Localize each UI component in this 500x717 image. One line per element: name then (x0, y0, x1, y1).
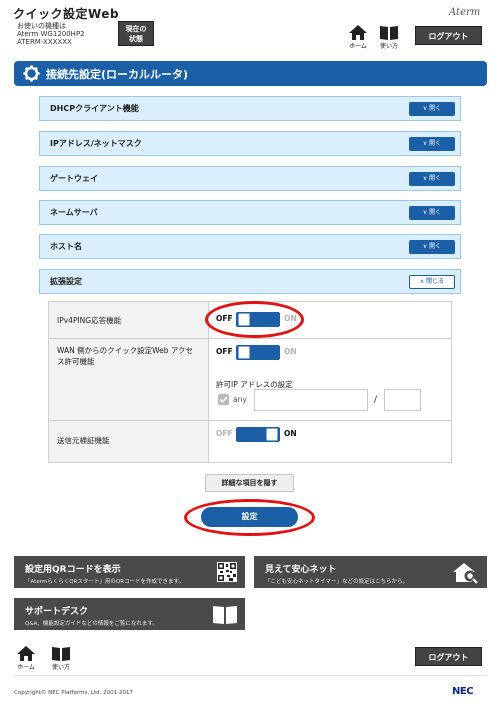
qr-code-icon (217, 562, 237, 582)
section-name-server[interactable]: ネームサーバ ∨ 開く (39, 200, 461, 225)
howto-button[interactable]: 使い方 (377, 25, 401, 50)
howto-label: 使い方 (51, 664, 70, 671)
expand-button[interactable]: ∨ 開く (409, 206, 455, 220)
ip-mask-separator: / (374, 395, 378, 405)
section-label: ネームサーバ (50, 208, 98, 217)
collapse-button[interactable]: ∧ 閉じる (409, 275, 455, 289)
qr-code-tile[interactable]: 設定用QRコードを表示 「AtermらくらくQRスタート」用のQRコードを作成で… (14, 556, 245, 588)
expand-button[interactable]: ∨ 開く (409, 137, 455, 151)
expand-button[interactable]: ∨ 開く (409, 240, 455, 254)
book-icon (52, 647, 70, 661)
tile-title: 設定用QRコードを表示 (25, 565, 121, 575)
section-ip-netmask[interactable]: IPアドレス/ネットマスク ∨ 開く (39, 131, 461, 156)
footer-howto-button[interactable]: 使い方 (49, 646, 73, 671)
safe-net-tile[interactable]: 見えて安心ネット 「こども安心ネットタイマー」などの設定はこちらから。 (254, 556, 487, 588)
book-icon (380, 26, 398, 40)
on-label: ON (284, 347, 297, 356)
section-dhcp-client[interactable]: DHCPクライアント機能 ∨ 開く (39, 96, 461, 121)
footer-divider (14, 675, 487, 676)
home-button[interactable]: ホーム (346, 25, 370, 50)
allowed-ip-input[interactable] (254, 389, 368, 411)
section-label: 拡張設定 (50, 277, 82, 286)
toggle-knob (266, 428, 278, 441)
tile-title: サポートデスク (25, 607, 89, 617)
ping-label: IPv4PING応答機能 (49, 302, 209, 338)
home-search-icon (453, 563, 478, 584)
gear-icon (23, 65, 40, 82)
copyright-text: Copyright© NEC Platforms, Ltd. 2001-2017 (14, 690, 134, 696)
off-label: OFF (216, 429, 233, 438)
hide-details-button[interactable]: 詳細な項目を隠す (205, 474, 294, 492)
checkmark-icon (219, 396, 228, 404)
expand-button[interactable]: ∨ 開く (409, 172, 455, 186)
model-name: Aterm WG1200HP2 (17, 30, 85, 38)
app-title: クイック設定Web (13, 7, 120, 21)
page-header: クイック設定Web お使いの機種は Aterm WG1200HP2 ATERM-… (0, 0, 500, 52)
section-host-name[interactable]: ホスト名 ∨ 開く (39, 234, 461, 259)
section-gateway[interactable]: ゲートウェイ ∨ 開く (39, 166, 461, 191)
expand-button[interactable]: ∨ 開く (409, 102, 455, 116)
aterm-logo: Aterm (449, 7, 481, 18)
section-extended-settings[interactable]: 拡張設定 ∧ 閉じる (39, 269, 461, 294)
highlight-ring-apply-button (184, 499, 315, 536)
home-icon (349, 25, 367, 40)
any-checkbox[interactable] (218, 394, 229, 405)
home-label: ホーム (17, 664, 35, 671)
home-label: ホーム (349, 43, 367, 50)
footer-home-button[interactable]: ホーム (14, 646, 38, 671)
netmask-input[interactable] (384, 389, 421, 411)
support-desk-tile[interactable]: サポートデスク Q&A、機能設定ガイドなどの情報をご覧になれます。 (14, 598, 245, 630)
footer-logout-button[interactable]: ログアウト (415, 647, 482, 666)
page-title-bar: 接続先設定(ローカルルータ) (14, 61, 487, 86)
on-label: ON (284, 429, 297, 438)
current-status-button[interactable]: 現在の 状態 (118, 21, 154, 46)
section-label: ホスト名 (50, 242, 82, 251)
tile-desc: Q&A、機能設定ガイドなどの情報をご覧になれます。 (25, 621, 158, 627)
book-icon (213, 606, 237, 624)
howto-label: 使い方 (379, 43, 398, 50)
tile-desc: 「AtermらくらくQRスタート」用のQRコードを作成できます。 (25, 579, 184, 585)
logout-button[interactable]: ログアウト (415, 26, 482, 45)
wan-access-label: WAN 側からのクイック設定Web アクセス許可機能 (49, 339, 209, 420)
highlight-ring-ping-toggle (205, 301, 304, 338)
any-label: any (233, 395, 247, 404)
section-label: ゲートウェイ (50, 174, 98, 183)
section-label: DHCPクライアント機能 (50, 104, 139, 113)
page-title: 接続先設定(ローカルルータ) (46, 68, 189, 81)
off-label: OFF (216, 347, 233, 356)
toggle-knob (238, 346, 250, 359)
home-icon (17, 646, 35, 661)
section-label: IPアドレス/ネットマスク (50, 139, 142, 148)
source-check-label: 送信元検証機能 (49, 421, 209, 462)
tile-desc: 「こども安心ネットタイマー」などの設定はこちらから。 (265, 579, 409, 585)
model-id: ATERM-XXXXXX (17, 38, 72, 46)
nec-logo: NEC (452, 686, 474, 697)
tile-title: 見えて安心ネット (265, 565, 337, 575)
